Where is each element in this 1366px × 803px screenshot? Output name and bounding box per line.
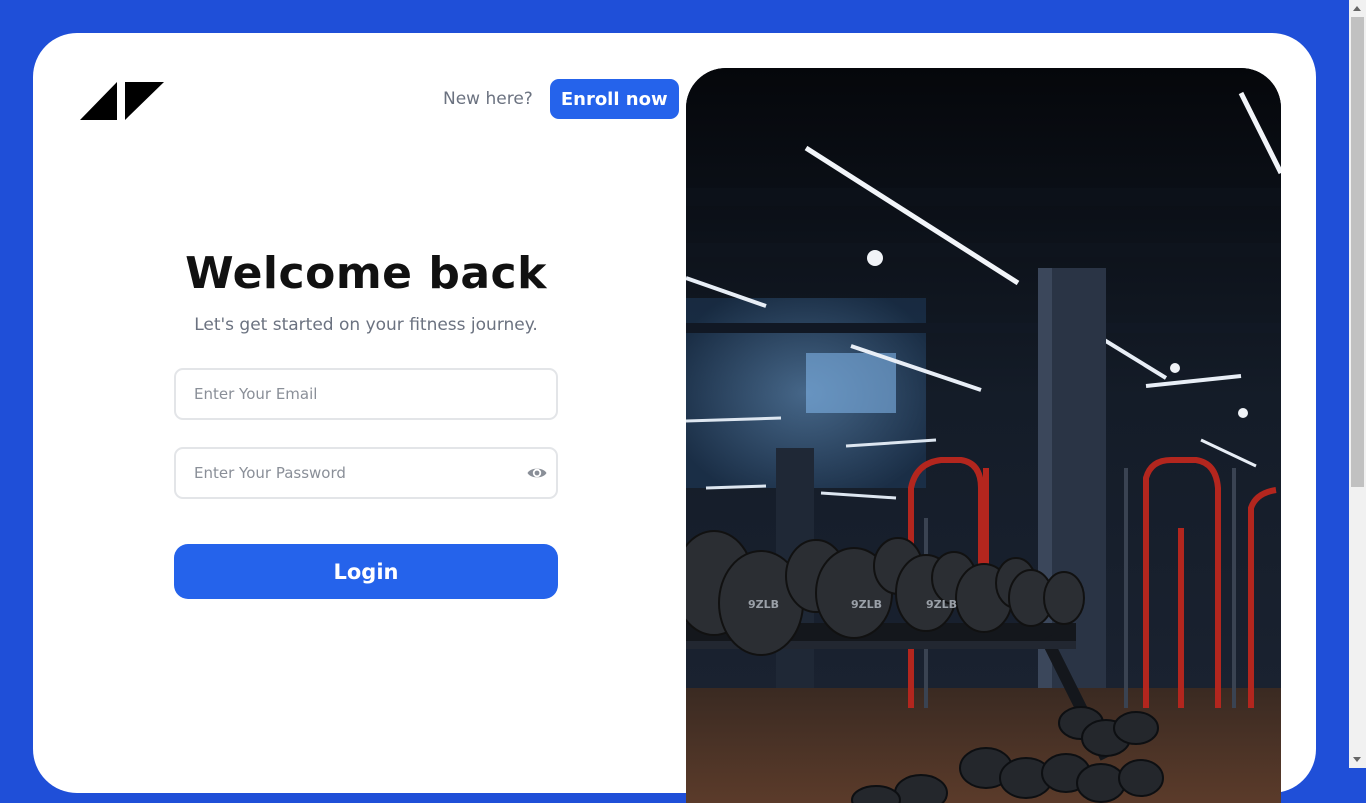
login-button[interactable]: Login <box>174 544 558 599</box>
scrollbar-thumb[interactable] <box>1351 17 1364 487</box>
new-here-text: New here? <box>443 89 533 109</box>
enroll-now-button[interactable]: Enroll now <box>549 79 679 119</box>
page-scrollbar[interactable] <box>1349 0 1366 768</box>
scroll-up-icon[interactable] <box>1353 6 1361 11</box>
email-field-wrapper <box>174 368 558 420</box>
page-subtitle: Let's get started on your fitness journe… <box>194 315 538 335</box>
password-field[interactable] <box>176 464 526 482</box>
login-card: New here? Enroll now Welcome back Let's … <box>33 33 1316 803</box>
email-field[interactable] <box>176 385 556 403</box>
svg-text:9ZLB: 9ZLB <box>926 598 957 611</box>
brand-logo-icon[interactable] <box>80 80 164 120</box>
enroll-row: New here? Enroll now <box>443 79 679 119</box>
password-field-wrapper <box>174 447 558 499</box>
svg-text:9ZLB: 9ZLB <box>748 598 779 611</box>
eye-icon[interactable] <box>526 462 548 484</box>
scroll-down-icon[interactable] <box>1353 757 1361 762</box>
gym-photo: 9ZLB 9ZLB 9ZLB <box>686 68 1281 803</box>
page-title: Welcome back <box>185 248 547 299</box>
svg-text:9ZLB: 9ZLB <box>851 598 882 611</box>
